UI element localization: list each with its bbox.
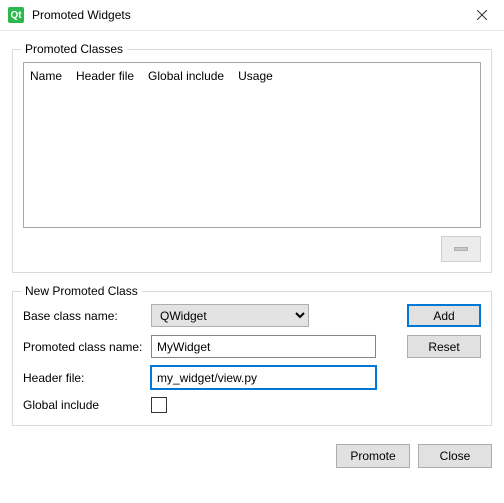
promoted-classes-legend: Promoted Classes (21, 42, 127, 56)
col-global-include[interactable]: Global include (148, 69, 224, 83)
reset-button[interactable]: Reset (407, 335, 481, 358)
base-class-row: Base class name: QWidget Add (23, 304, 481, 327)
promoted-class-input[interactable] (151, 335, 376, 358)
delete-row (23, 236, 481, 262)
new-promoted-class-legend: New Promoted Class (21, 284, 142, 298)
col-name[interactable]: Name (30, 69, 62, 83)
header-file-input[interactable] (151, 366, 376, 389)
global-include-label: Global include (23, 398, 151, 412)
promoted-classes-table[interactable]: Name Header file Global include Usage (23, 62, 481, 228)
add-button[interactable]: Add (407, 304, 481, 327)
base-class-label: Base class name: (23, 309, 151, 323)
remove-button[interactable] (441, 236, 481, 262)
titlebar: Qt Promoted Widgets (0, 0, 504, 31)
dialog-footer: Promote Close (0, 436, 504, 480)
base-class-combo[interactable]: QWidget (151, 304, 309, 327)
header-file-row: Header file: (23, 366, 481, 389)
close-button[interactable]: Close (418, 444, 492, 468)
header-file-label: Header file: (23, 371, 151, 385)
promoted-class-row: Promoted class name: Reset (23, 335, 481, 358)
content: Promoted Classes Name Header file Global… (0, 31, 504, 436)
window-title: Promoted Widgets (32, 8, 459, 22)
promoted-class-label: Promoted class name: (23, 340, 151, 354)
table-header: Name Header file Global include Usage (24, 63, 480, 89)
col-usage[interactable]: Usage (238, 69, 273, 83)
close-window-button[interactable] (459, 0, 504, 31)
minus-icon (454, 247, 468, 251)
new-promoted-class-group: New Promoted Class Base class name: QWid… (12, 291, 492, 426)
global-include-row: Global include (23, 397, 481, 413)
promoted-classes-group: Promoted Classes Name Header file Global… (12, 49, 492, 273)
app-icon: Qt (8, 7, 24, 23)
global-include-checkbox[interactable] (151, 397, 167, 413)
promote-button[interactable]: Promote (336, 444, 410, 468)
close-icon (477, 10, 487, 20)
col-header-file[interactable]: Header file (76, 69, 134, 83)
